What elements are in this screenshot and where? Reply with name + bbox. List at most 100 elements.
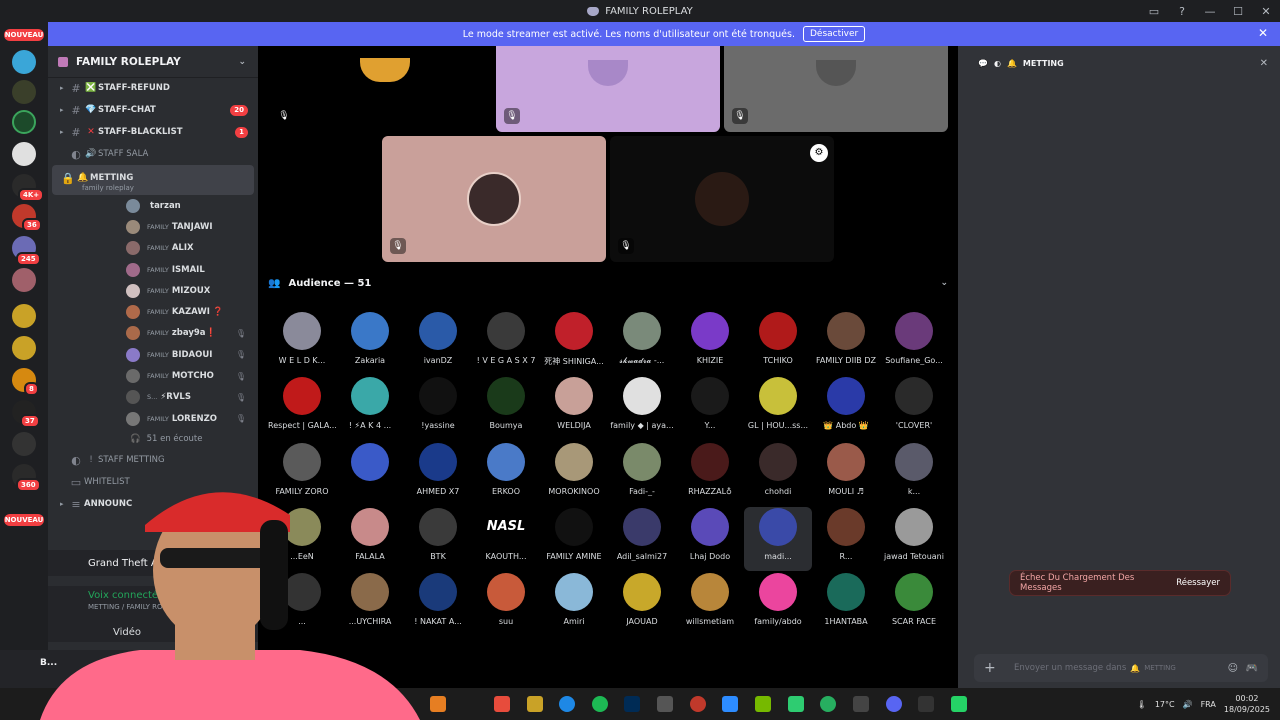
- audience-member[interactable]: Amiri: [540, 572, 608, 636]
- audience-member[interactable]: chohdi: [744, 442, 812, 506]
- whatsapp-icon[interactable]: [951, 696, 967, 712]
- speaker-tile[interactable]: 🎙: [496, 46, 720, 132]
- photoshop-icon[interactable]: [624, 696, 640, 712]
- settings-icon[interactable]: ⚙: [810, 144, 828, 162]
- audience-member[interactable]: Adil_salmi27: [608, 507, 676, 571]
- channel-item[interactable]: ▸ # ❎ STAFF-REFUND: [48, 77, 258, 99]
- app-icon[interactable]: [788, 696, 804, 712]
- audience-member[interactable]: madi...: [744, 506, 812, 571]
- audience-member[interactable]: KHIZIE: [676, 311, 744, 375]
- audience-member[interactable]: RHAZZAL♁: [676, 442, 744, 506]
- voice-member[interactable]: FAMILY ISMAIL: [48, 259, 258, 280]
- voice-member[interactable]: FAMILY zbay9a❗ 🎙: [48, 323, 258, 344]
- audience-member[interactable]: 1HANTABA: [812, 572, 880, 636]
- spotify-icon[interactable]: [592, 696, 608, 712]
- emoji-icon[interactable]: ☺: [1228, 663, 1238, 674]
- server-icon[interactable]: [12, 336, 36, 360]
- audience-member[interactable]: Lhaj Dodo: [676, 507, 744, 571]
- audience-member[interactable]: Zakaria: [336, 311, 404, 375]
- inbox-icon[interactable]: ▭: [1140, 5, 1168, 18]
- audience-member[interactable]: ! V E G A S X 7: [472, 311, 540, 375]
- close-window-button[interactable]: ✕: [1252, 5, 1280, 18]
- voice-member[interactable]: FAMILY TANJAWI: [48, 216, 258, 237]
- zoom-icon[interactable]: [722, 696, 738, 712]
- app-icon[interactable]: [494, 696, 510, 712]
- audience-member[interactable]: FAMILY DIIB DZ: [812, 311, 880, 375]
- edge-icon[interactable]: [559, 696, 575, 712]
- audience-member[interactable]: 👑 Abdo 👑: [812, 376, 880, 440]
- plus-icon[interactable]: +: [984, 660, 996, 676]
- voice-member[interactable]: FAMILY MIZOUX: [48, 280, 258, 301]
- active-channel-metting[interactable]: 🔒 🔔 METTING family roleplay: [52, 165, 254, 195]
- app-icon[interactable]: [657, 696, 673, 712]
- audience-member[interactable]: family/abdo: [744, 572, 812, 636]
- server-icon[interactable]: [12, 50, 36, 74]
- audience-member[interactable]: Respect | GALA...: [268, 376, 336, 440]
- close-icon[interactable]: ✕: [1260, 58, 1268, 69]
- app-icon[interactable]: [820, 696, 836, 712]
- audience-header[interactable]: 👥 Audience — 51 ⌄: [268, 275, 948, 291]
- channel-item[interactable]: ▸ # ✕ STAFF-BLACKLIST 1: [48, 121, 258, 143]
- voice-member[interactable]: tarzan: [48, 195, 258, 216]
- audience-member[interactable]: SCAR FACE: [880, 572, 948, 636]
- speaker-tile[interactable]: 🎙 ⚙: [610, 136, 834, 262]
- voice-member[interactable]: FAMILY BIDAOUI 🎙: [48, 344, 258, 365]
- audience-member[interactable]: family ◆ | aya...: [608, 376, 676, 440]
- server-icon[interactable]: [12, 432, 36, 456]
- gamepad-icon[interactable]: 🎮: [1246, 663, 1258, 674]
- disable-streamer-button[interactable]: Désactiver: [802, 26, 866, 42]
- speaker-tile[interactable]: 🎙: [724, 46, 948, 132]
- server-header[interactable]: FAMILY ROLEPLAY ⌄: [48, 46, 258, 78]
- language-indicator[interactable]: FRA: [1201, 700, 1216, 709]
- maximize-button[interactable]: ☐: [1224, 5, 1252, 18]
- audience-member[interactable]: JAOUAD: [608, 572, 676, 636]
- audience-member[interactable]: NASL KAOUTH...: [472, 507, 540, 571]
- nvidia-icon[interactable]: [755, 696, 771, 712]
- clock[interactable]: 00:02 18/09/2025: [1224, 693, 1270, 715]
- audience-member[interactable]: ivanDZ: [404, 311, 472, 375]
- opera-icon[interactable]: [690, 696, 706, 712]
- server-icon[interactable]: [12, 304, 36, 328]
- audience-member[interactable]: Y...: [676, 376, 744, 440]
- server-icon[interactable]: [12, 268, 36, 292]
- server-icon[interactable]: [12, 110, 36, 134]
- server-icon[interactable]: [12, 142, 36, 166]
- channel-item[interactable]: ◐ ! STAFF METTING: [48, 449, 258, 471]
- voice-member[interactable]: FAMILY LORENZO 🎙: [48, 408, 258, 429]
- audience-member[interactable]: 𝓼𝓴𝔀𝓪𝓭𝓻𝓪 -...: [608, 311, 676, 375]
- voice-member[interactable]: FAMILY ALIX: [48, 238, 258, 259]
- audience-member[interactable]: Fadi-_-: [608, 442, 676, 506]
- audience-member[interactable]: MOULI ♬: [812, 442, 880, 506]
- discord-icon[interactable]: [886, 696, 902, 712]
- volume-icon[interactable]: 🔊: [1183, 700, 1193, 709]
- message-input[interactable]: + Envoyer un message dans 🔔 METTING ☺ 🎮: [974, 654, 1268, 682]
- audience-member[interactable]: MOROKINOO: [540, 442, 608, 506]
- audience-member[interactable]: ! ⚡A K 4 ...: [336, 376, 404, 440]
- channel-item[interactable]: ▸ # 💎 STAFF-CHAT 20: [48, 99, 258, 121]
- voice-member[interactable]: FAMILY MOTCHO 🎙: [48, 365, 258, 386]
- audience-member[interactable]: 'CLOVER': [880, 376, 948, 440]
- audience-member[interactable]: k...: [880, 442, 948, 506]
- channel-item[interactable]: ◐ 🔊 STAFF SALA: [48, 143, 258, 165]
- app-icon[interactable]: [918, 696, 934, 712]
- speaker-tile[interactable]: 🎙: [268, 46, 492, 132]
- audience-member[interactable]: FAMILY AMINE: [540, 507, 608, 571]
- audience-member[interactable]: ERKOO: [472, 442, 540, 506]
- server-icon[interactable]: [12, 80, 36, 104]
- audience-member[interactable]: 死神 SHINIGA...: [540, 311, 608, 375]
- audience-member[interactable]: TCHIKO: [744, 311, 812, 375]
- audience-member[interactable]: GL | HOU...ss...: [744, 376, 812, 440]
- audience-member[interactable]: Boumya: [472, 376, 540, 440]
- help-icon[interactable]: ?: [1168, 5, 1196, 18]
- audience-member[interactable]: jawad Tetouani: [880, 507, 948, 571]
- audience-member[interactable]: Soufiane_Go...: [880, 311, 948, 375]
- audience-member[interactable]: W E L D K...: [268, 311, 336, 375]
- voice-member[interactable]: FAMILY KAZAWI ❓: [48, 301, 258, 322]
- app-icon[interactable]: [853, 696, 869, 712]
- audience-member[interactable]: suu: [472, 572, 540, 636]
- speaker-tile[interactable]: 🎙: [382, 136, 606, 262]
- audience-member[interactable]: R...: [812, 507, 880, 571]
- voice-member[interactable]: S... ⚡RVLS 🎙: [48, 387, 258, 408]
- minimize-button[interactable]: —: [1196, 5, 1224, 18]
- audience-member[interactable]: WELDIJA: [540, 376, 608, 440]
